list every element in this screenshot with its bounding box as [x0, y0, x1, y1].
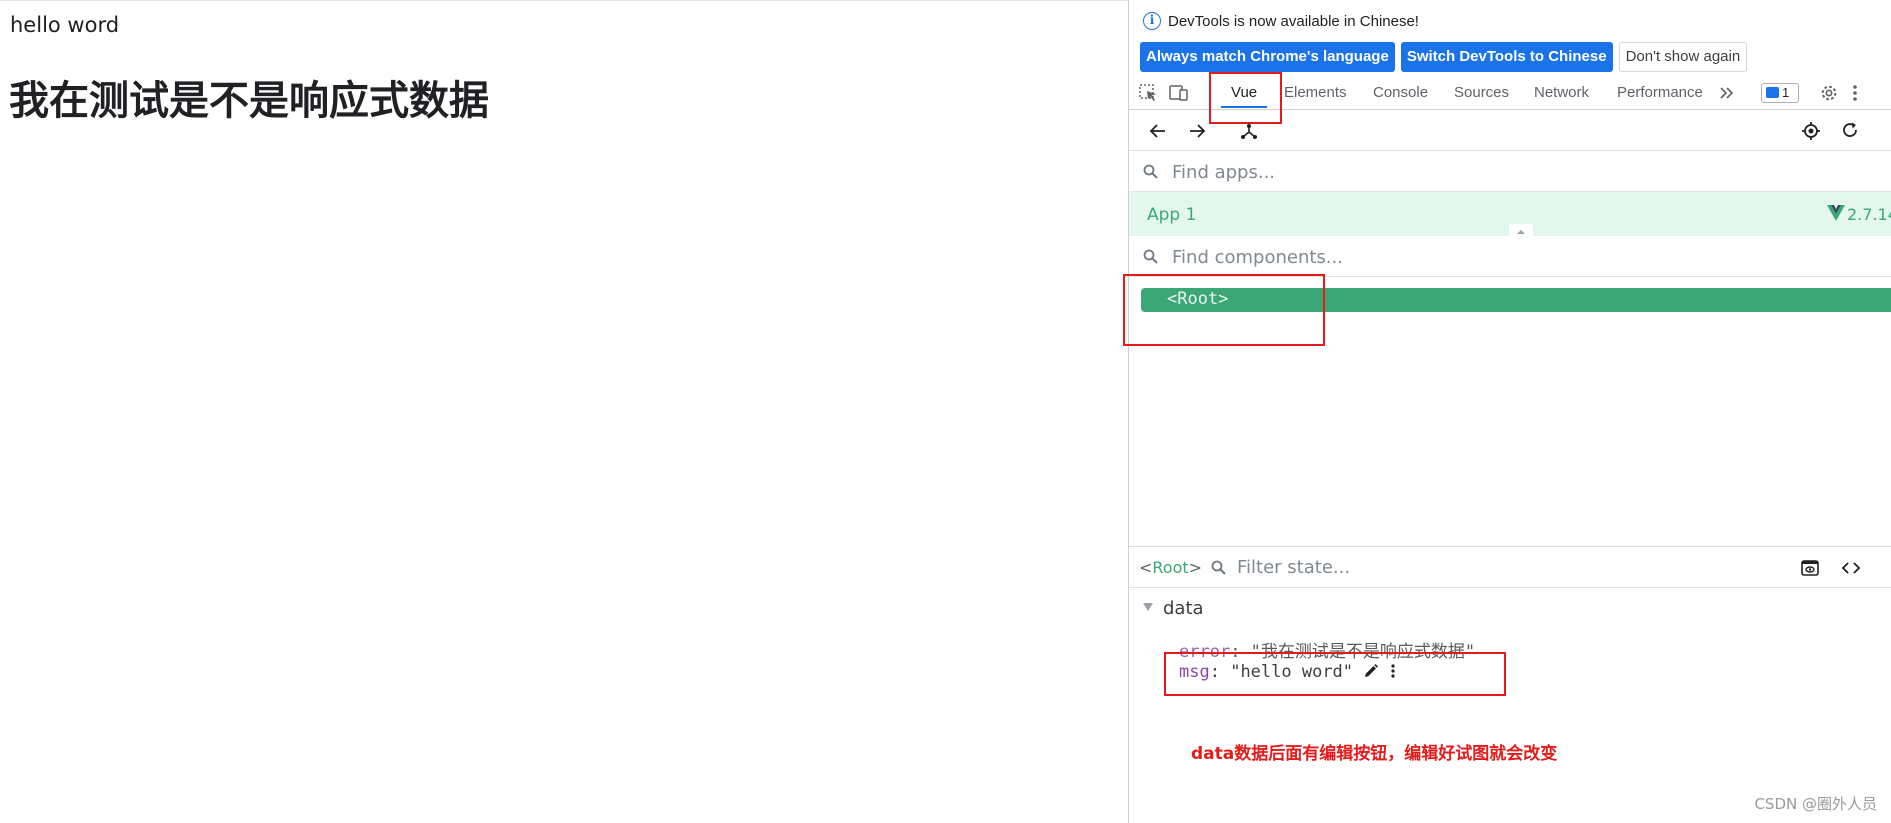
- csdn-watermark: CSDN @圈外人员: [1754, 795, 1877, 813]
- issues-badge[interactable]: 1: [1761, 83, 1799, 103]
- find-apps-input[interactable]: [1172, 159, 1772, 185]
- vue-logo-icon: [1827, 205, 1845, 221]
- target-select-icon[interactable]: [1801, 121, 1821, 141]
- find-components-input[interactable]: [1172, 244, 1772, 270]
- page-heading: 我在测试是不是响应式数据: [9, 78, 489, 124]
- search-icon: [1143, 249, 1158, 264]
- active-tab-underline: [1221, 106, 1268, 108]
- state-prop-error: error: "我在测试是不是响应式数据": [1179, 642, 1476, 662]
- app-search-bar: [1129, 152, 1891, 192]
- root-tag: <Root>: [1167, 289, 1229, 309]
- component-tree-icon[interactable]: [1239, 121, 1259, 141]
- vue-version: 2.7.14: [1847, 205, 1891, 224]
- search-icon: [1211, 560, 1226, 575]
- dont-show-again-button[interactable]: Don't show again: [1618, 42, 1748, 72]
- kebab-menu-icon[interactable]: [1851, 84, 1859, 102]
- more-tabs-icon[interactable]: [1719, 86, 1735, 100]
- tab-vue[interactable]: Vue: [1221, 76, 1268, 110]
- tab-sources[interactable]: Sources: [1454, 76, 1509, 110]
- info-icon: i: [1143, 12, 1161, 30]
- code-icon[interactable]: [1841, 560, 1861, 576]
- hello-paragraph: hello word: [10, 13, 120, 37]
- data-section-toggle[interactable]: data: [1143, 598, 1204, 619]
- chevron-up-icon: [1517, 230, 1525, 234]
- refresh-icon[interactable]: [1841, 121, 1859, 139]
- component-tree-root[interactable]: <Root>: [1141, 288, 1891, 312]
- edit-pencil-icon[interactable]: [1363, 663, 1379, 679]
- annotation-note: data数据后面有编辑按钮，编辑好试图就会改变: [1191, 744, 1558, 764]
- filter-state-input[interactable]: [1237, 554, 1637, 580]
- search-icon: [1143, 164, 1158, 179]
- state-prop-msg: msg: "hello word": [1179, 662, 1397, 682]
- tab-console[interactable]: Console: [1373, 76, 1428, 110]
- device-toolbar-icon[interactable]: [1169, 84, 1189, 102]
- open-in-view-icon[interactable]: [1801, 560, 1819, 576]
- infobar-message: DevTools is now available in Chinese!: [1168, 13, 1419, 30]
- tab-elements[interactable]: Elements: [1284, 76, 1347, 110]
- app-name: App 1: [1147, 205, 1197, 225]
- tab-performance[interactable]: Performance: [1617, 76, 1703, 110]
- vue-navbar: [1129, 111, 1891, 151]
- switch-chinese-button[interactable]: Switch DevTools to Chinese: [1400, 42, 1613, 72]
- state-toolbar: <Root>: [1129, 546, 1891, 588]
- match-language-button[interactable]: Always match Chrome's language: [1140, 42, 1395, 72]
- selected-component-crumb: <Root>: [1139, 558, 1203, 577]
- inspect-element-icon[interactable]: [1139, 84, 1159, 102]
- settings-gear-icon[interactable]: [1819, 84, 1839, 102]
- collapse-handle[interactable]: [1509, 224, 1533, 236]
- message-icon: [1766, 87, 1779, 98]
- rendered-page: hello word 我在测试是不是响应式数据: [0, 0, 1128, 823]
- tab-network[interactable]: Network: [1534, 76, 1589, 110]
- infobar-buttons: Always match Chrome's language Switch De…: [1140, 42, 1748, 72]
- arrow-right-icon[interactable]: [1188, 123, 1206, 139]
- app-row[interactable]: App 1 2.7.14: [1129, 192, 1891, 236]
- more-actions-icon[interactable]: [1389, 663, 1397, 679]
- language-infobar: i DevTools is now available in Chinese!: [1129, 0, 1891, 42]
- arrow-left-icon[interactable]: [1149, 123, 1167, 139]
- devtools-panel: i DevTools is now available in Chinese! …: [1128, 0, 1891, 823]
- devtools-tabbar: Vue Elements Console Sources Network Per…: [1129, 76, 1891, 110]
- component-search-bar: [1129, 237, 1891, 277]
- collapse-triangle-icon: [1143, 603, 1153, 611]
